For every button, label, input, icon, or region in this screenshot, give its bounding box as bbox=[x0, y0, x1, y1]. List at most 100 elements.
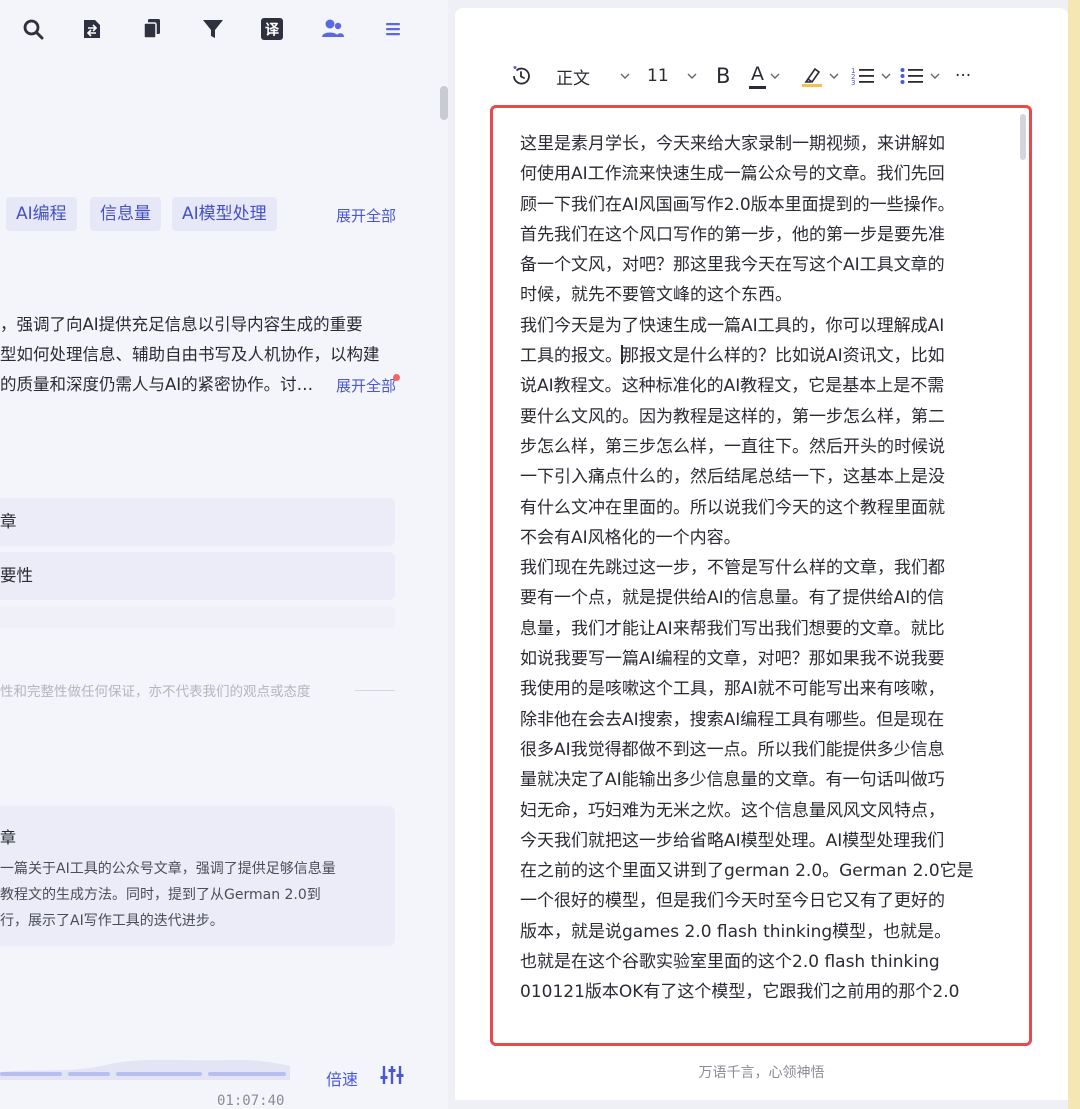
summary-line: 型如何处理信息、辅助自由书写及人机协作，以构建 bbox=[0, 345, 380, 364]
ai-summary-heading: 章 bbox=[0, 828, 17, 847]
document-line[interactable]: 010121版本OK有了这个模型，它跟我们之前用的那个2.0 bbox=[520, 977, 1000, 1007]
tag-ai-model[interactable]: AI模型处理 bbox=[172, 197, 277, 231]
document-line-text: 那报文是什么样的？比如说AI资讯文，比如 bbox=[622, 346, 945, 367]
paragraph-style-select[interactable]: 正文 bbox=[556, 60, 630, 92]
transcript-panel: 译 AI编程 信息量 AI模型处理 展开全部 ，强调了向AI提供充足信息以引导内… bbox=[0, 0, 448, 1109]
translate-glyph: 译 bbox=[265, 23, 280, 39]
history-icon[interactable] bbox=[510, 60, 532, 92]
document-line[interactable]: 一个很好的模型，但是我们今天时至今日它又有了更好的 bbox=[520, 886, 1000, 916]
editor-scrollbar[interactable] bbox=[1020, 114, 1026, 160]
copy-icon[interactable] bbox=[137, 14, 167, 44]
document-line[interactable]: 要什么文风的。因为教程是这样的，第一步怎么样，第二 bbox=[520, 402, 1000, 432]
playback-time: 01:07:40 bbox=[217, 1093, 285, 1109]
chevron-down-icon bbox=[930, 73, 940, 79]
ai-summary-line: 教程文的生成方法。同时，提到了从German 2.0到 bbox=[0, 887, 321, 903]
disclaimer-divider bbox=[355, 690, 395, 691]
ai-summary-line: 一篇关于AI工具的公众号文章，强调了提供足够信息量 bbox=[0, 861, 336, 877]
summary-expand-link[interactable]: 展开全部 bbox=[336, 375, 396, 396]
document-line[interactable]: 息量，我们才能让AI来帮我们写出我们想要的文章。就比 bbox=[520, 614, 1000, 644]
search-icon[interactable] bbox=[18, 14, 48, 44]
document-line[interactable]: 说AI教程文。这种标准化的AI教程文，它是基本上是不需 bbox=[520, 371, 1000, 401]
font-color-letter: A bbox=[751, 63, 764, 85]
chevron-down-icon bbox=[829, 73, 839, 79]
bold-button[interactable]: B bbox=[716, 60, 730, 92]
document-editor[interactable]: 这里是素月学长，今天来给大家录制一期视频，来讲解如 何使用AI工作流来快速生成一篇… bbox=[490, 105, 1032, 1046]
document-line[interactable]: 量就决定了AI能输出多少信息量的文章。有一句话叫做巧 bbox=[520, 765, 1000, 795]
chevron-down-icon bbox=[687, 73, 697, 79]
menu-icon[interactable] bbox=[378, 14, 408, 44]
summary-line: ，强调了向AI提供充足信息以引导内容生成的重要 bbox=[0, 315, 363, 334]
paragraph-style-value: 正文 bbox=[556, 68, 590, 89]
footer-slogan: 万语千言，心领神悟 bbox=[698, 1065, 825, 1081]
document-line[interactable]: 步怎么样，第三步怎么样，一直往下。然后开头的时候说 bbox=[520, 432, 1000, 462]
left-scrollbar[interactable] bbox=[440, 86, 448, 120]
filter-icon[interactable] bbox=[198, 14, 228, 44]
chevron-down-icon bbox=[770, 73, 780, 79]
document-line[interactable]: 不会有AI风格化的一个内容。 bbox=[520, 523, 1000, 553]
bold-button-label: B bbox=[716, 64, 731, 88]
window-edge-strip bbox=[1068, 0, 1080, 1109]
bullet-list-button[interactable] bbox=[900, 60, 940, 92]
equalizer-icon[interactable] bbox=[380, 1064, 404, 1086]
users-icon[interactable] bbox=[318, 14, 348, 44]
audio-waveform[interactable] bbox=[0, 1050, 290, 1080]
document-line[interactable]: 备一个文风，对吧？那这里我今天在写这个AI工具文章的 bbox=[520, 250, 1000, 280]
document-line[interactable]: 除非他在会去AI搜索，搜索AI编程工具有哪些。但是现在 bbox=[520, 705, 1000, 735]
document-line-text: 工具的报文。 bbox=[520, 346, 622, 367]
more-options-button[interactable]: ··· bbox=[955, 60, 971, 92]
document-line[interactable]: 如说我要写一篇AI编程的文章，对吧？那如果我不说我要 bbox=[520, 644, 1000, 674]
outline-item-partial bbox=[0, 606, 395, 628]
document-line[interactable]: 版本，就是说games 2.0 flash thinking模型，也就是。 bbox=[520, 917, 1000, 947]
ai-summary-body: 一篇关于AI工具的公众号文章，强调了提供足够信息量 教程文的生成方法。同时，提到… bbox=[0, 856, 336, 934]
font-color-swatch bbox=[749, 86, 766, 89]
document-line[interactable]: 时候，就先不要管文峰的这个东西。 bbox=[520, 280, 1000, 310]
font-size-select[interactable]: 11 bbox=[647, 60, 697, 92]
document-line[interactable]: 在之前的这个里面又讲到了german 2.0。German 2.0它是 bbox=[520, 856, 1000, 886]
document-line[interactable]: 这里是素月学长，今天来给大家录制一期视频，来讲解如 bbox=[520, 129, 1000, 159]
highlighter-icon bbox=[802, 67, 822, 87]
tags-expand-link[interactable]: 展开全部 bbox=[336, 205, 396, 226]
document-line[interactable]: 一下引入痛点什么的，然后结尾总结一下，这基本上是没 bbox=[520, 462, 1000, 492]
tag-ai-programming[interactable]: AI编程 bbox=[6, 197, 77, 231]
document-export-icon[interactable] bbox=[77, 14, 107, 44]
bullet-list-icon bbox=[900, 68, 923, 84]
chevron-down-icon bbox=[881, 73, 891, 79]
ai-summary-line: 行，展示了AI写作工具的迭代进步。 bbox=[0, 913, 224, 929]
panel-toolbar: 译 bbox=[0, 14, 420, 44]
outline-item[interactable]: 章 bbox=[0, 498, 395, 546]
outline-item[interactable]: 要性 bbox=[0, 552, 395, 600]
document-line[interactable]: 首先我们在这个风口写作的第一步，他的第一步是要先准 bbox=[520, 220, 1000, 250]
ai-summary-card: 章 一篇关于AI工具的公众号文章，强调了提供足够信息量 教程文的生成方法。同时，… bbox=[0, 806, 395, 946]
ordered-list-icon: 123 bbox=[851, 67, 874, 86]
document-line[interactable]: 顾一下我们在AI风国画写作2.0版本里面提到的一些操作。 bbox=[520, 190, 1000, 220]
outline-item-label: 章 bbox=[0, 512, 17, 531]
translate-icon[interactable]: 译 bbox=[257, 14, 287, 44]
document-line[interactable]: 我们现在先跳过这一步，不管是写什么样的文章，我们都 bbox=[520, 553, 1000, 583]
svg-text:3: 3 bbox=[851, 79, 855, 86]
document-body[interactable]: 这里是素月学长，今天来给大家录制一期视频，来讲解如 何使用AI工作流来快速生成一篇… bbox=[520, 129, 1000, 1008]
outline-item-label: 要性 bbox=[0, 566, 33, 585]
document-line[interactable]: 有什么文冲在里面的。所以说我们今天的这个教程里面就 bbox=[520, 493, 1000, 523]
ordered-list-button[interactable]: 123 bbox=[851, 60, 891, 92]
highlight-button[interactable] bbox=[801, 60, 839, 92]
document-line[interactable]: 我使用的是咳嗽这个工具，那AI就不可能写出来有咳嗽， bbox=[520, 674, 1000, 704]
font-color-icon: A bbox=[749, 63, 766, 89]
tag-information[interactable]: 信息量 bbox=[90, 197, 161, 231]
document-line[interactable]: 何使用AI工作流来快速生成一篇公众号的文章。我们先回 bbox=[520, 159, 1000, 189]
document-line[interactable]: 要有一个点，就是提供给AI的信息量。有了提供给AI的信 bbox=[520, 583, 1000, 613]
more-options-label: ··· bbox=[955, 66, 972, 86]
disclaimer-text: 性和完整性做任何保证，亦不代表我们的观点或态度 bbox=[0, 684, 311, 700]
document-line[interactable]: 很多AI我觉得都做不到这一点。所以我们能提供多少信息 bbox=[520, 735, 1000, 765]
unread-dot bbox=[393, 374, 400, 381]
document-line[interactable]: 今天我们就把这一步给省略AI模型处理。AI模型处理我们 bbox=[520, 826, 1000, 856]
font-color-button[interactable]: A bbox=[749, 60, 780, 92]
document-line[interactable]: 我们今天是为了快速生成一篇AI工具的，你可以理解成AI bbox=[520, 311, 1000, 341]
document-line[interactable]: 工具的报文。那报文是什么样的？比如说AI资讯文，比如 bbox=[520, 341, 1000, 371]
document-line[interactable]: 妇无命，巧妇难为无米之炊。这个信息量风风文风特点， bbox=[520, 796, 1000, 826]
playback-speed-button[interactable]: 倍速 bbox=[326, 1066, 358, 1090]
editor-panel: 正文 11 B A 123 ··· 这里是素月学长，今天来给大家录制一期视频，来… bbox=[455, 8, 1068, 1100]
editor-toolbar: 正文 11 B A 123 ··· bbox=[455, 60, 1068, 92]
document-line[interactable]: 也就是在这个谷歌实验室里面的这个2.0 flash thinking bbox=[520, 947, 1000, 977]
chevron-down-icon bbox=[620, 73, 630, 79]
font-size-value: 11 bbox=[647, 66, 669, 86]
